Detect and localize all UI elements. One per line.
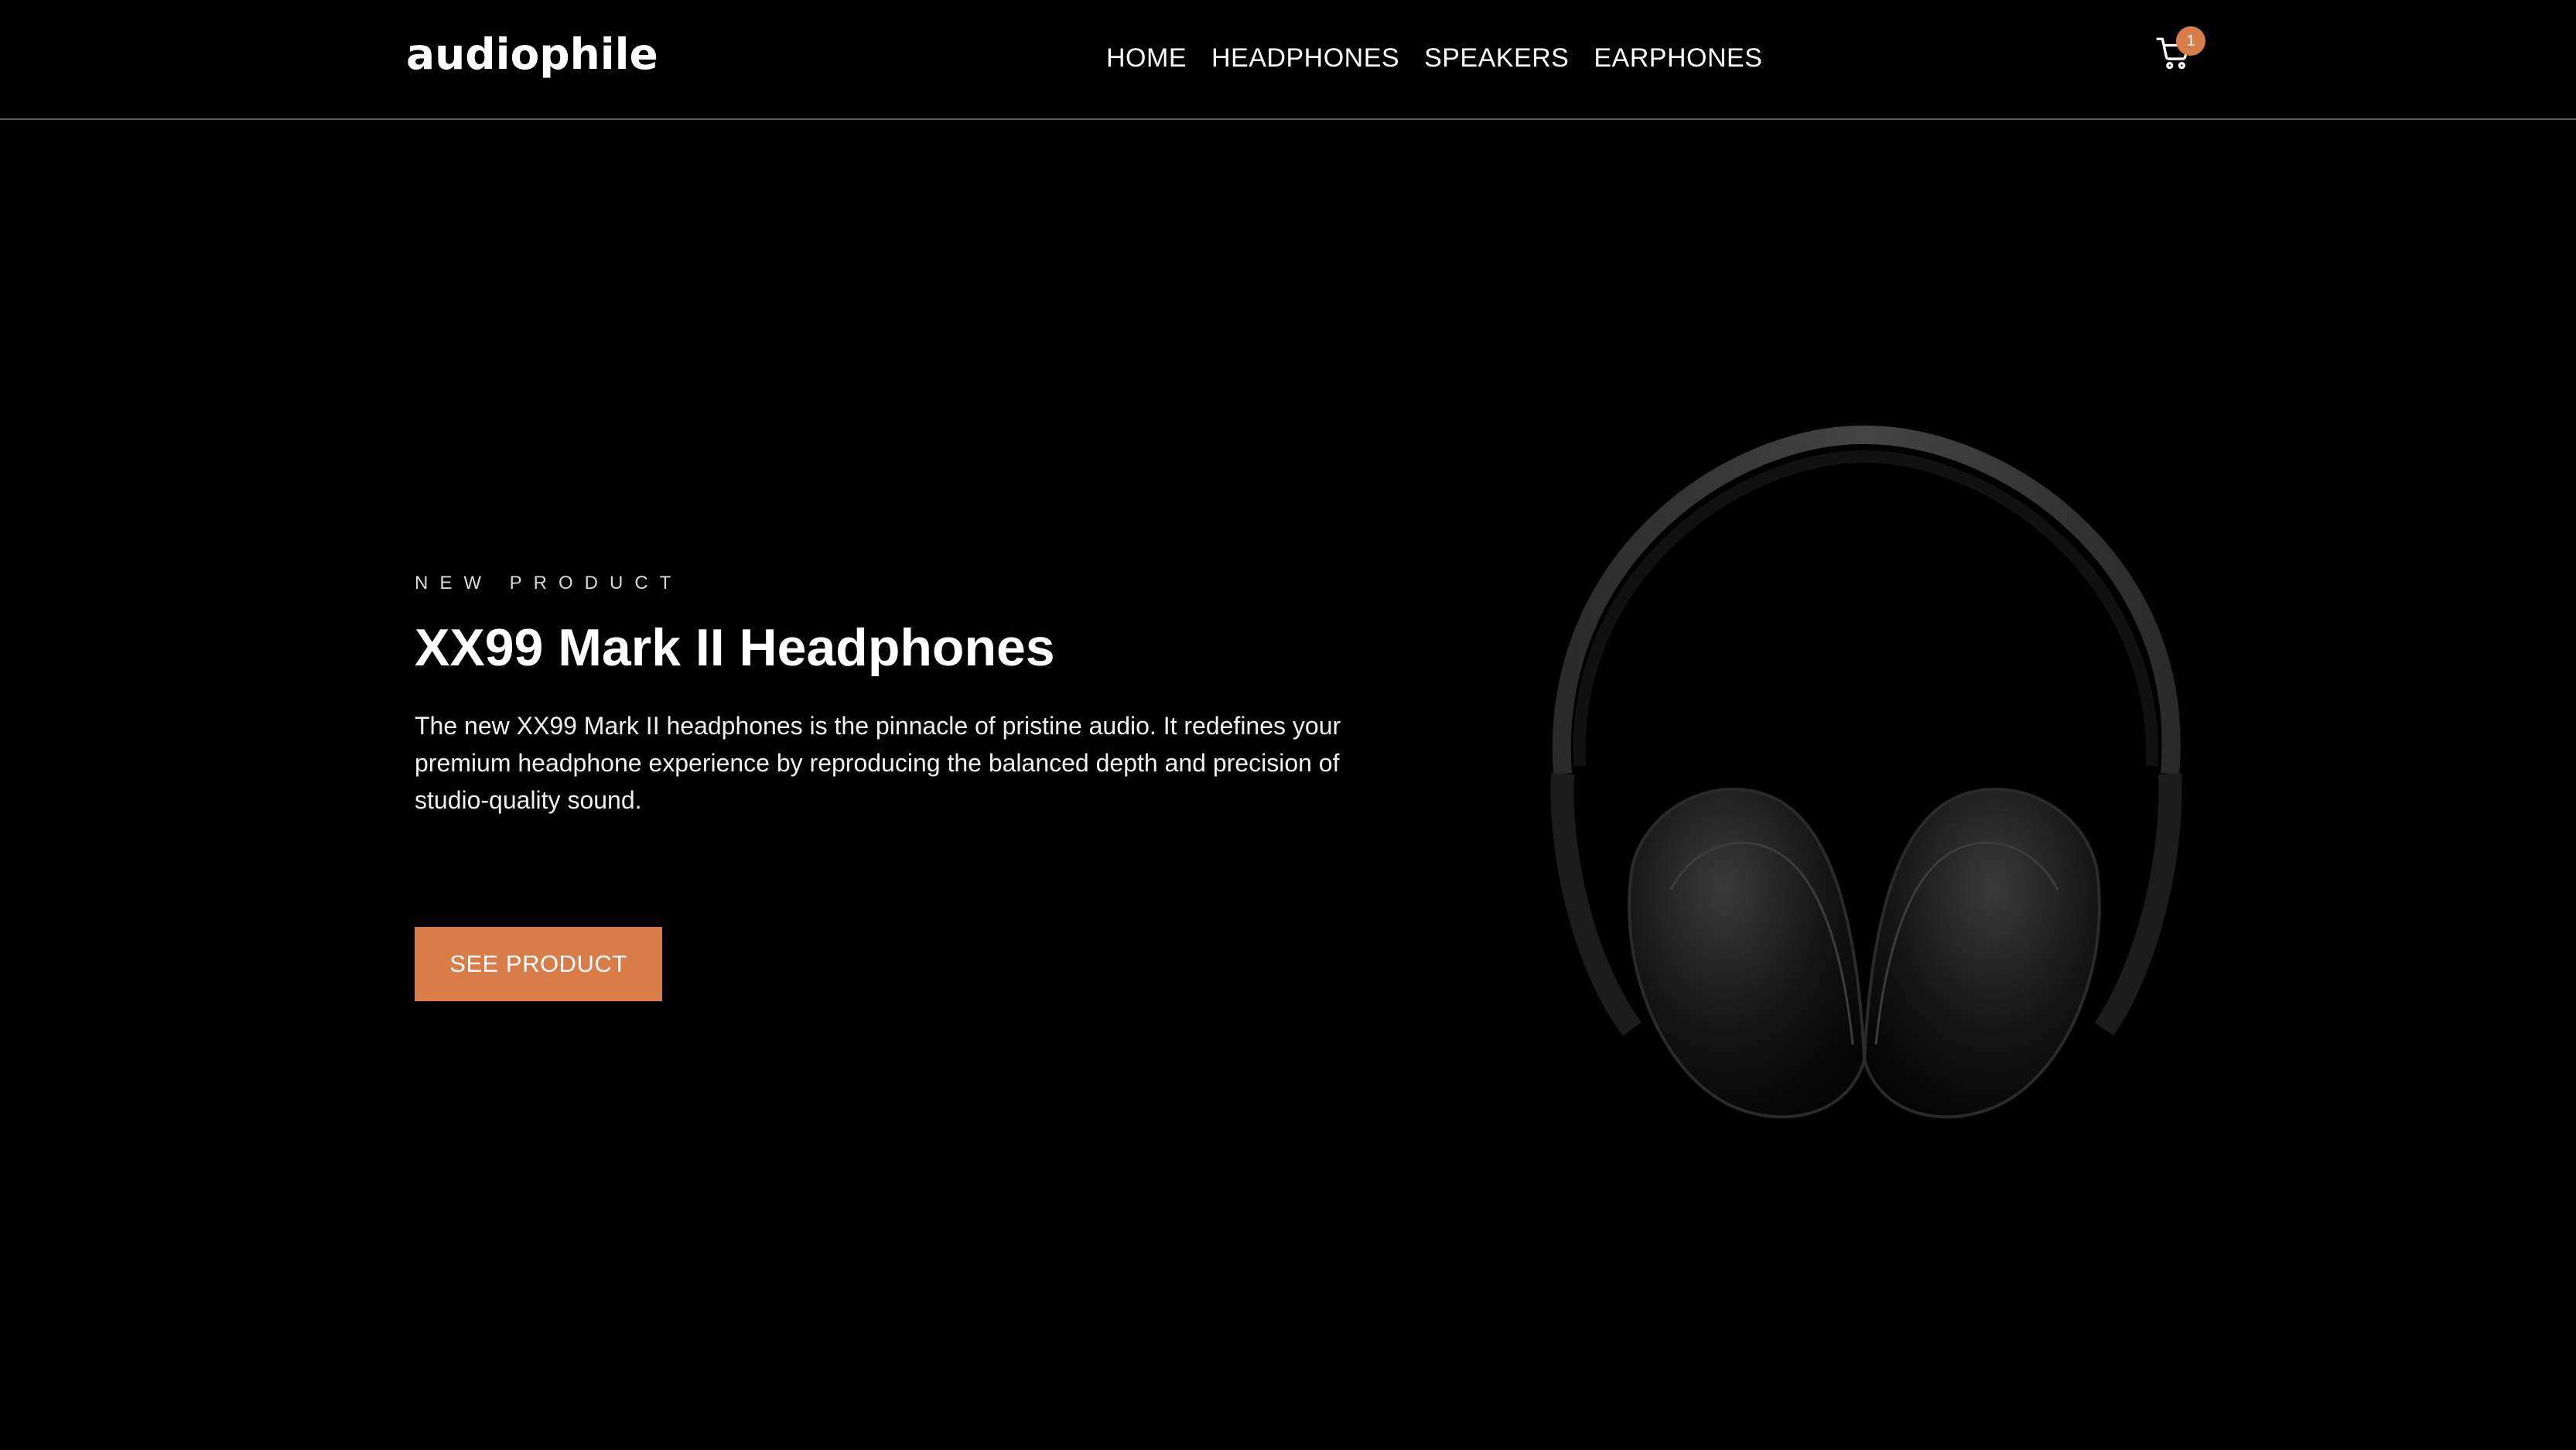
- nav-home[interactable]: HOME: [1106, 43, 1187, 74]
- headphones-image: [1516, 425, 2212, 1161]
- see-product-button[interactable]: SEE PRODUCT: [415, 927, 662, 1001]
- cart-count-badge: 1: [2176, 26, 2205, 56]
- site-header: audiophile HOME HEADPHONES SPEAKERS EARP…: [0, 0, 2576, 120]
- hero-content: NEW PRODUCT XX99 Mark II Headphones The …: [415, 573, 1382, 819]
- nav-earphones[interactable]: EARPHONES: [1594, 43, 1762, 74]
- hero-overline: NEW PRODUCT: [415, 573, 683, 593]
- page: audiophile HOME HEADPHONES SPEAKERS EARP…: [0, 0, 2576, 1450]
- nav-headphones[interactable]: HEADPHONES: [1211, 43, 1399, 74]
- nav-speakers[interactable]: SPEAKERS: [1424, 43, 1569, 74]
- hero-description: The new XX99 Mark II headphones is the p…: [415, 712, 1341, 814]
- hero-title: XX99 Mark II Headphones: [415, 618, 1055, 677]
- main-nav: HOME HEADPHONES SPEAKERS EARPHONES: [1106, 43, 1762, 74]
- logo[interactable]: audiophile: [406, 29, 658, 79]
